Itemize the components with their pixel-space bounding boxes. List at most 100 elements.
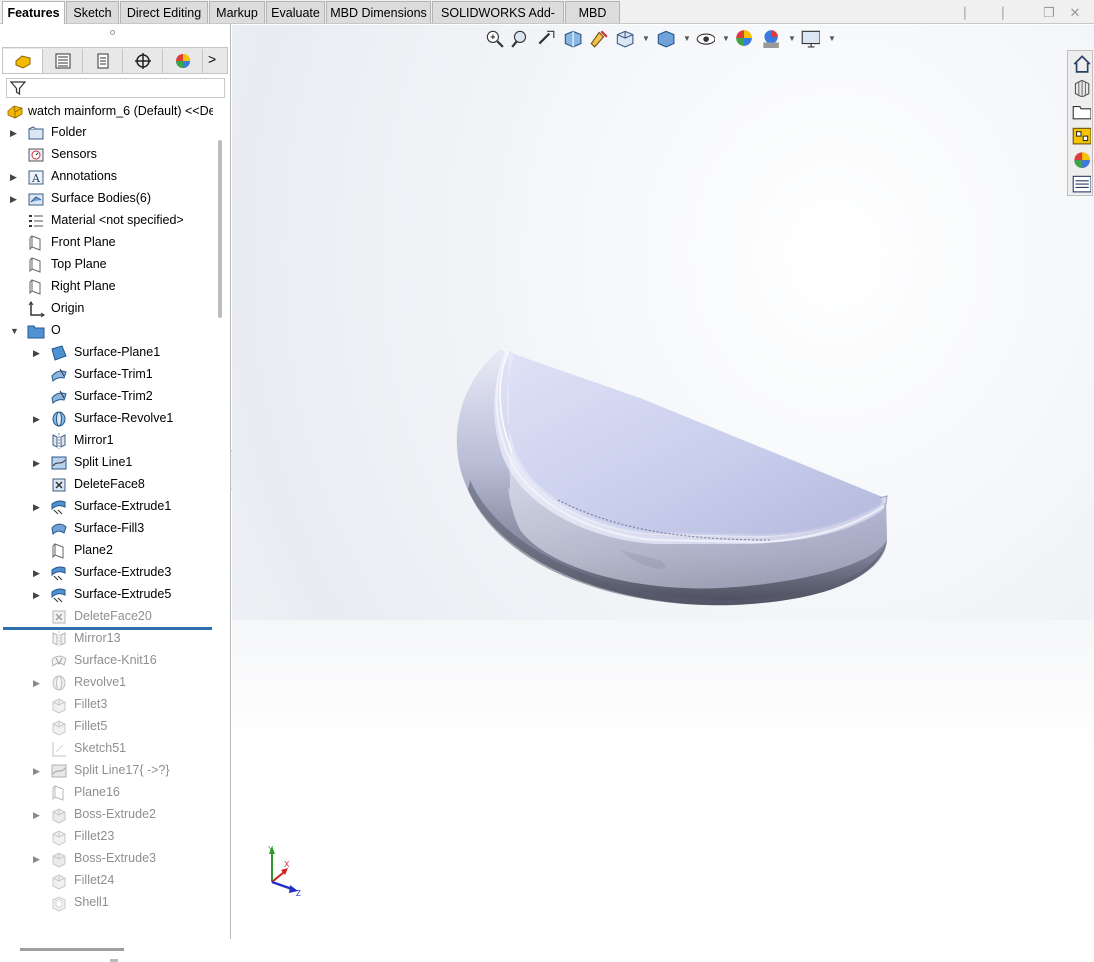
tree-horizontal-scrollbar[interactable] — [20, 948, 124, 951]
tree-item[interactable]: ▶ Surface Bodies(6) — [0, 188, 214, 210]
tree-item[interactable]: Fillet24 — [0, 870, 214, 892]
tab-evaluate[interactable]: Evaluate — [266, 1, 325, 23]
apply-scene-icon[interactable] — [760, 28, 780, 48]
view-orientation-icon[interactable] — [614, 28, 634, 48]
tree-item[interactable]: DeleteFace8 — [0, 474, 214, 496]
tree-item[interactable]: Material <not specified> — [0, 210, 214, 232]
expand-arrow-icon[interactable]: ▶ — [33, 590, 41, 600]
tree-item[interactable]: Plane16 — [0, 782, 214, 804]
custom-properties-icon[interactable] — [1071, 173, 1092, 193]
tree-item[interactable]: ▶ A Annotations — [0, 166, 214, 188]
rollback-bar[interactable] — [3, 627, 212, 630]
expand-arrow-icon[interactable]: ▶ — [33, 458, 41, 468]
dropdown-arrow-icon[interactable]: ▼ — [642, 34, 650, 43]
dropdown-arrow-icon[interactable]: ▼ — [722, 34, 730, 43]
tree-item[interactable]: ▶ Surface-Extrude5 — [0, 584, 214, 606]
tree-item[interactable]: ▶ Boss-Extrude3 — [0, 848, 214, 870]
display-manager-icon[interactable] — [163, 49, 203, 73]
view-palette-icon[interactable] — [1071, 125, 1092, 145]
watch-body-model[interactable] — [440, 330, 910, 620]
tree-item[interactable]: ▶ Split Line1 — [0, 452, 214, 474]
view-settings-icon[interactable] — [800, 28, 821, 48]
expand-arrow-icon[interactable]: ▶ — [33, 766, 41, 776]
tab-mbd[interactable]: MBD — [565, 1, 620, 23]
panel-grip[interactable] — [110, 30, 115, 35]
configurationmanager-icon[interactable] — [83, 49, 123, 73]
expand-arrow-icon[interactable]: ▶ — [33, 502, 41, 512]
expand-arrow-icon[interactable]: ▶ — [10, 194, 18, 204]
fillet-icon — [50, 872, 68, 890]
tree-item[interactable]: Mirror13 — [0, 628, 214, 650]
expand-arrow-icon[interactable]: ▶ — [33, 678, 41, 688]
tree-item[interactable]: Origin — [0, 298, 214, 320]
expand-arrow-icon[interactable]: ▶ — [33, 414, 41, 424]
hide-show-icon[interactable] — [695, 28, 716, 48]
tree-item-label: Surface-Extrude3 — [74, 565, 172, 579]
section-view-icon[interactable] — [562, 28, 582, 48]
tree-item[interactable]: Shell1 — [0, 892, 214, 914]
tree-item[interactable]: ▶ Surface-Revolve1 — [0, 408, 214, 430]
tree-item[interactable]: ▶ Boss-Extrude2 — [0, 804, 214, 826]
tree-item[interactable]: Plane2 — [0, 540, 214, 562]
tab-solidworks-add-ins[interactable]: SOLIDWORKS Add-Ins — [432, 1, 564, 42]
tree-item[interactable]: ▶ Surface-Extrude3 — [0, 562, 214, 584]
dimxpert-icon[interactable] — [123, 49, 163, 73]
file-explorer-icon[interactable] — [1071, 101, 1092, 121]
pane-right-icon[interactable]: ⎹ — [990, 6, 1004, 20]
tree-item[interactable]: ▶ Surface-Extrude1 — [0, 496, 214, 518]
previous-view-icon[interactable] — [536, 28, 556, 48]
dropdown-arrow-icon[interactable]: ▼ — [788, 34, 796, 43]
tree-item[interactable]: ▶ Surface-Plane1 — [0, 342, 214, 364]
tree-item-label: O — [51, 323, 61, 337]
tab-mbd-dimensions[interactable]: MBD Dimensions — [326, 1, 431, 23]
tree-vertical-scrollbar[interactable] — [218, 140, 222, 318]
tree-item[interactable]: Top Plane — [0, 254, 214, 276]
panel-expand-arrow[interactable]: > — [208, 51, 216, 67]
tree-item[interactable]: ▶ Revolve1 — [0, 672, 214, 694]
tree-item[interactable]: Fillet5 — [0, 716, 214, 738]
dynamic-annotation-icon[interactable] — [588, 28, 608, 48]
expand-arrow-icon[interactable]: ▶ — [33, 854, 41, 864]
appearances-icon[interactable] — [1071, 149, 1091, 169]
propertymanager-icon[interactable] — [43, 49, 83, 73]
tree-item[interactable]: Front Plane — [0, 232, 214, 254]
tab-sketch[interactable]: Sketch — [66, 1, 119, 23]
tree-item[interactable]: DeleteFace20 — [0, 606, 214, 628]
expand-arrow-icon[interactable]: ▶ — [33, 568, 41, 578]
tree-item[interactable]: Fillet3 — [0, 694, 214, 716]
tree-item[interactable]: ▶ Folder — [0, 122, 214, 144]
expand-arrow-icon[interactable]: ▶ — [33, 348, 41, 358]
tree-item[interactable]: Surface-Fill3 — [0, 518, 214, 540]
tree-item[interactable]: Surface-Knit16 — [0, 650, 214, 672]
tree-item[interactable]: Sketch51 — [0, 738, 214, 760]
close-window-icon[interactable]: ✕ — [1068, 6, 1082, 20]
dropdown-arrow-icon[interactable]: ▼ — [683, 34, 691, 43]
expand-arrow-icon[interactable]: ▶ — [10, 172, 18, 182]
home-icon[interactable] — [1071, 53, 1091, 73]
tree-item[interactable]: Fillet23 — [0, 826, 214, 848]
tree-item[interactable]: Right Plane — [0, 276, 214, 298]
tree-item[interactable]: ▼ O — [0, 320, 214, 342]
tree-filter-input[interactable] — [6, 78, 225, 98]
tab-features[interactable]: Features — [2, 1, 65, 25]
tree-item[interactable]: Mirror1 — [0, 430, 214, 452]
restore-window-icon[interactable]: ❐ — [1042, 6, 1056, 20]
expand-arrow-icon[interactable]: ▶ — [10, 128, 18, 138]
collapse-arrow-icon[interactable]: ▼ — [10, 326, 19, 336]
tree-item[interactable]: Surface-Trim2 — [0, 386, 214, 408]
edit-appearance-icon[interactable] — [734, 28, 754, 48]
tree-item[interactable]: Sensors — [0, 144, 214, 166]
task-pane-tabs — [1067, 50, 1093, 196]
pane-left-icon[interactable]: ⎸ — [964, 6, 978, 20]
tree-item[interactable]: ▶ Split Line17{ ->?} — [0, 760, 214, 782]
tree-item[interactable]: Surface-Trim1 — [0, 364, 214, 386]
tab-markup[interactable]: Markup — [209, 1, 265, 23]
featuremanager-icon[interactable] — [3, 49, 43, 73]
display-style-icon[interactable] — [655, 28, 675, 48]
tab-direct-editing[interactable]: Direct Editing — [120, 1, 208, 23]
design-library-icon[interactable] — [1071, 77, 1091, 98]
dropdown-arrow-icon[interactable]: ▼ — [828, 34, 836, 43]
zoom-to-area-icon[interactable] — [510, 28, 530, 48]
zoom-to-fit-icon[interactable] — [484, 28, 504, 48]
expand-arrow-icon[interactable]: ▶ — [33, 810, 41, 820]
